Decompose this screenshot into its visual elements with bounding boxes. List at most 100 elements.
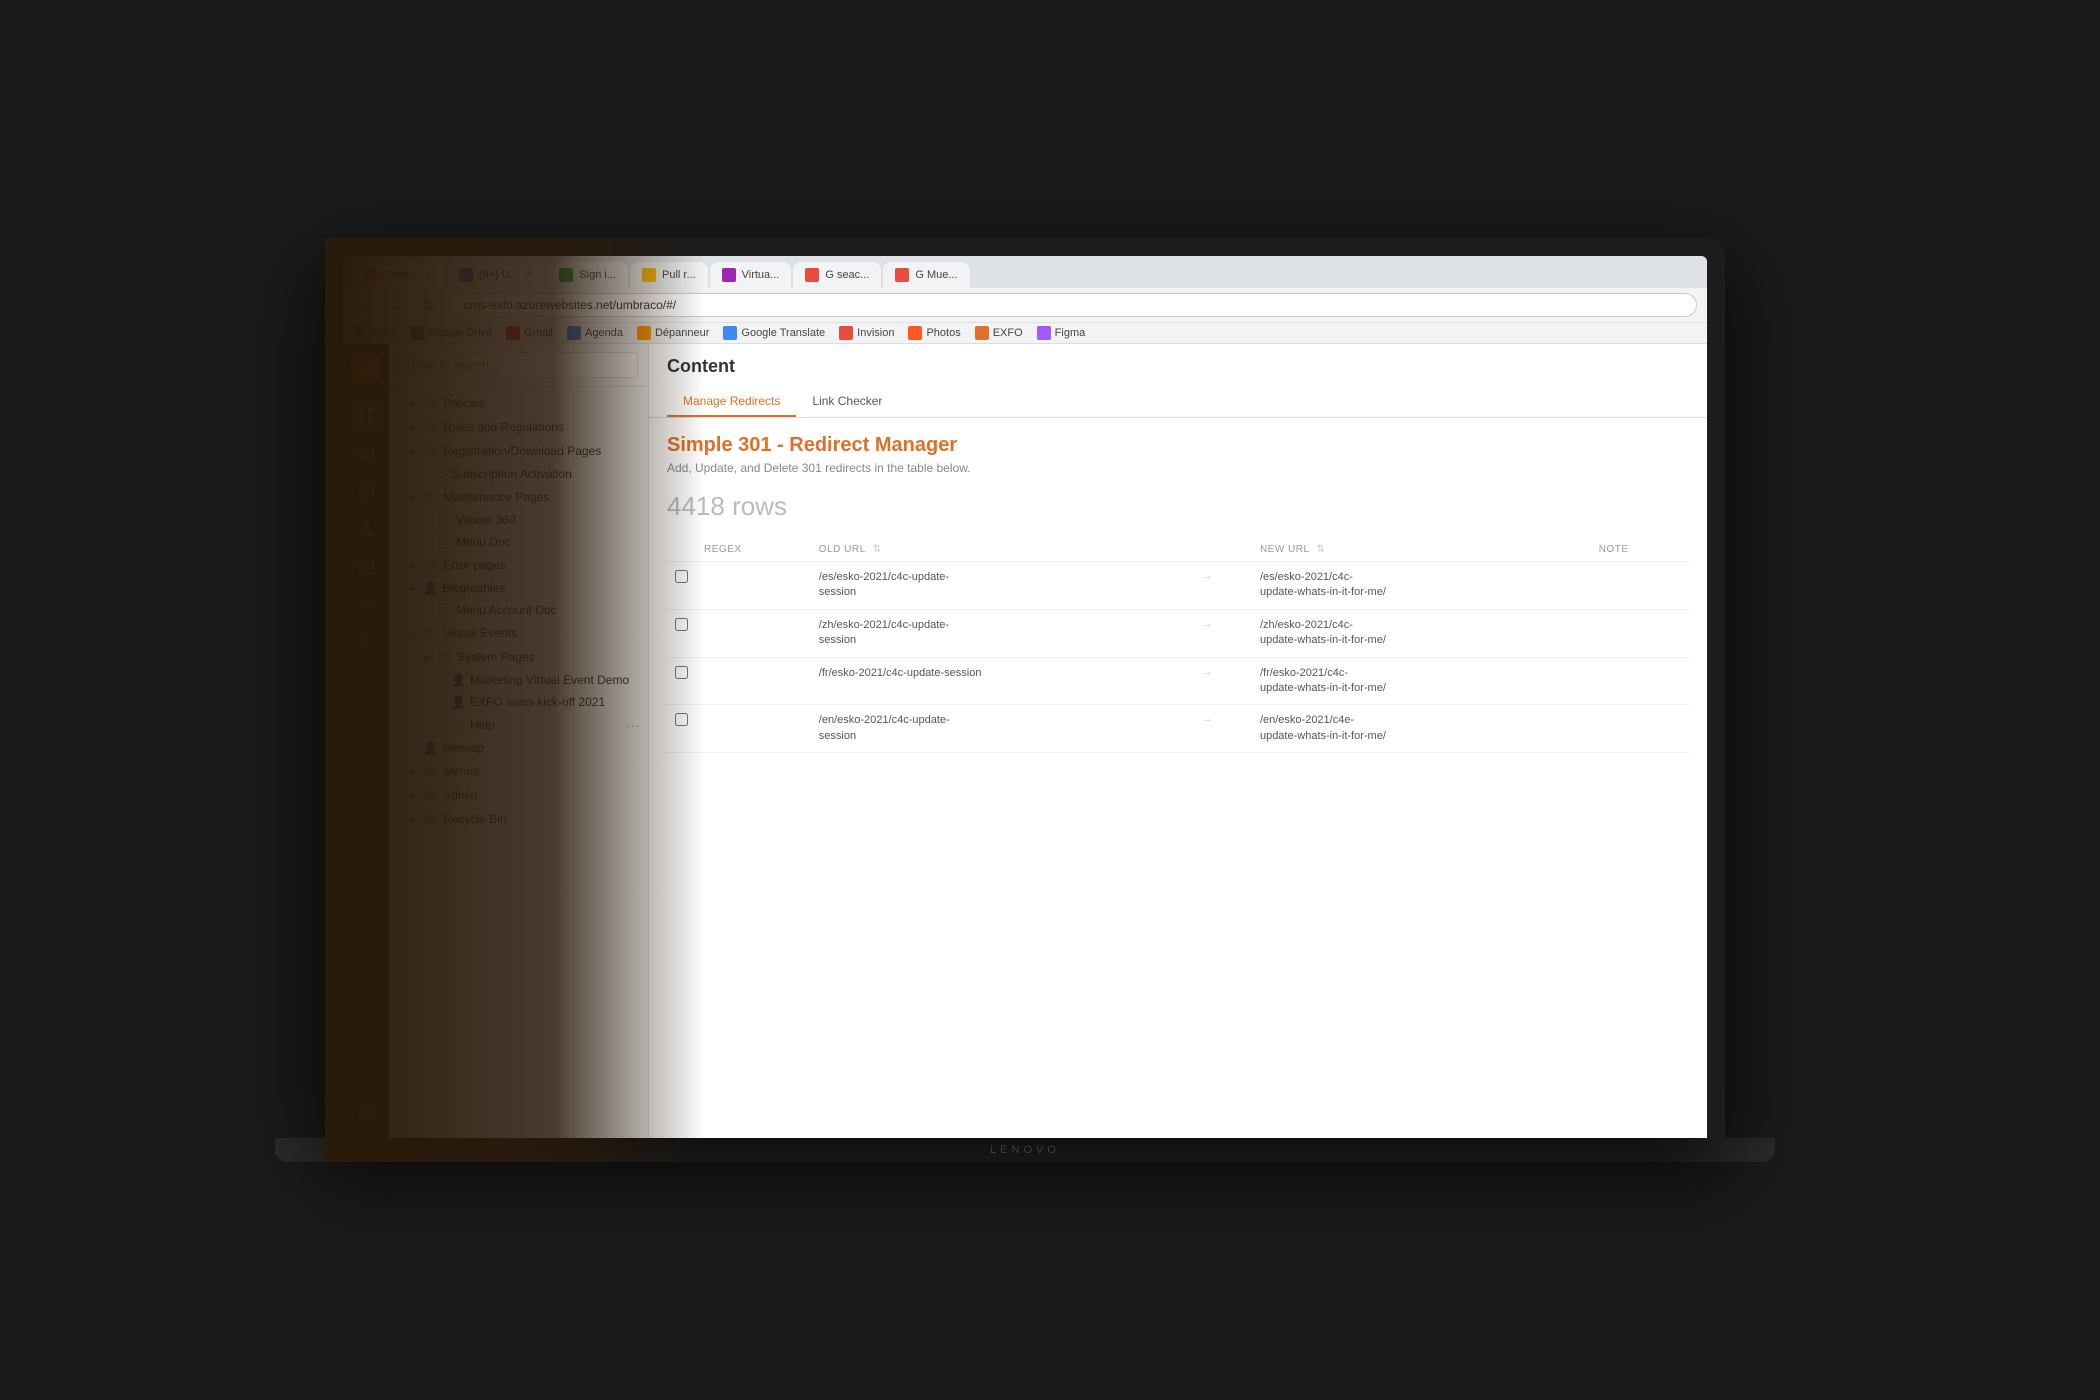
reload-button[interactable]: ↻ [417,293,441,317]
bookmark-figma[interactable]: Figma [1037,326,1086,340]
tree-item-maintenance[interactable]: ▶ 📁 Maintenance Pages [389,485,648,509]
bookmark-agenda[interactable]: Agenda [567,326,623,340]
bookmarks-bar: Apps Google Drive Gmail Agenda [343,322,1707,343]
back-button[interactable]: ← [353,293,377,317]
row-checkbox-1[interactable] [675,570,688,583]
search-input[interactable] [399,352,638,378]
tab-label-5: Virtua... [742,269,780,281]
tree-item-recycle-bin[interactable]: ▶ 📁 Recycle Bin [389,807,648,831]
bookmark-depanneur[interactable]: Dépanneur [637,326,709,340]
tree-item-exfo-kickoff[interactable]: ▶ 👤 EXFO sales kick-off 2021 [389,691,648,713]
cms-logo[interactable]: U [350,352,382,384]
row-note-4 [1591,705,1689,753]
tree-arrow-biographies: ▶ [409,583,419,593]
browser-tab-2[interactable]: (9+) U... ✕ [447,262,545,288]
browser-tab-6[interactable]: G seac... [793,262,881,288]
row-arrow-4: → [1194,705,1252,753]
translate-icon [723,326,737,340]
row-arrow-1: → [1194,562,1252,610]
bookmark-photos-label: Photos [926,327,960,339]
tab-manage-redirects[interactable]: Manage Redirects [667,387,796,417]
row-checkbox-4[interactable] [675,713,688,726]
sidebar-item-forms[interactable] [349,550,383,584]
bookmark-photos[interactable]: Photos [908,326,960,340]
bookmark-exfo-label: EXFO [993,327,1023,339]
tree-item-viewer360[interactable]: ▶ 📄 Viewer 360 [389,509,648,531]
row-checkbox-2[interactable] [675,618,688,631]
url-bar[interactable]: cms-exfo.azurewebsites.net/umbraco/#/ [449,293,1697,317]
tree-arrow-policies: ▶ [409,398,419,408]
tree-label-menus: Menus [443,764,640,778]
doc-icon-viewer360: 📄 [437,513,452,527]
doc-icon-biographies: 👤 [423,581,438,595]
rows-count: 4418 rows [667,491,1689,522]
content-section-title: Content [667,356,1689,377]
tree-item-marketing-demo[interactable]: ▶ 👤 Marketing Virtual Event Demo [389,669,648,691]
row-spacer-4 [1556,705,1590,753]
col-note: NOTE [1591,538,1689,562]
bookmark-invision-label: Invision [857,327,894,339]
row-old-url-1: /es/esko-2021/c4c-update-session [819,571,949,598]
tab-close-2[interactable]: ✕ [525,270,533,281]
bookmark-google-drive[interactable]: Google Drive [410,326,492,340]
tree-item-menu-doc[interactable]: ▶ 📄 Menu Doc [389,531,648,553]
browser-tab-4[interactable]: Pull r... [630,262,708,288]
photos-icon [908,326,922,340]
sidebar-item-users[interactable] [349,512,383,546]
row-checkbox-3[interactable] [675,666,688,679]
folder-icon-recycle: 📁 [423,811,439,827]
tree-item-help[interactable]: ▶ 📄 Help ··· [389,713,648,737]
tree-item-subscription[interactable]: ▶ ↻ Subscription Activation [389,463,648,485]
bookmark-figma-label: Figma [1055,327,1086,339]
tree-item-sitemap[interactable]: ▶ 👤 sitemap [389,737,648,759]
forward-button[interactable]: → [385,293,409,317]
tree-item-rules[interactable]: ▶ 📁 Rules and Regulations [389,415,648,439]
bookmark-gmail[interactable]: Gmail [506,326,553,340]
tab-label-4: Pull r... [662,269,696,281]
bookmark-translate-label: Google Translate [741,327,825,339]
tree-label-maintenance: Maintenance Pages [443,490,640,504]
doc-icon-exfo-kickoff: 👤 [451,695,466,709]
address-bar: ← → ↻ cms-exfo.azurewebsites.net/umbraco… [343,288,1707,322]
tab-link-checker[interactable]: Link Checker [796,387,898,417]
tree-item-admin[interactable]: ▶ 📁 Admin [389,783,648,807]
bookmark-translate[interactable]: Google Translate [723,326,825,340]
folder-icon-registration: 📁 [423,443,439,459]
tree-more-help[interactable]: ··· [626,717,640,733]
browser-tab-active[interactable]: Chan... ✕ [351,262,445,288]
sidebar-item-content[interactable] [349,398,383,432]
tree-label-exfo-kickoff: EXFO sales kick-off 2021 [470,695,640,709]
sidebar-item-help[interactable] [349,1096,383,1130]
tree-arrow-error-pages: ▶ [409,560,419,570]
sidebar-item-redirect[interactable] [349,626,383,660]
tree-item-system-pages[interactable]: ▶ 📁 System Pages [389,645,648,669]
tree-item-registration[interactable]: ▶ 📁 Registration/Download Pages [389,439,648,463]
bookmark-gmail-label: Gmail [524,327,553,339]
sidebar-item-settings[interactable] [349,474,383,508]
tree-item-menu-account-doc[interactable]: ▶ 📄 Menu Account Doc [389,599,648,621]
browser-tab-7[interactable]: G Mue... [883,262,969,288]
browser-tab-5[interactable]: Virtua... [710,262,792,288]
row-note-2 [1591,609,1689,657]
tree-item-menus[interactable]: ▶ 📁 Menus [389,759,648,783]
row-new-url-3: /fr/esko-2021/c4c-update-whats-in-it-for… [1260,667,1386,694]
bookmark-invision[interactable]: Invision [839,326,894,340]
tab-favicon-5 [722,268,736,282]
table-row: /zh/esko-2021/c4c-update-session → /zh/e… [667,609,1689,657]
laptop-screen: Chan... ✕ (9+) U... ✕ Sign i... Pul [343,256,1707,1138]
tree-item-policies[interactable]: ▶ 📁 Policies [389,391,648,415]
folder-icon-menus: 📁 [423,763,439,779]
tree-item-error-pages[interactable]: ▶ 📁 Error pages [389,553,648,577]
tree-label-viewer360: Viewer 360 [456,513,640,527]
tree-item-virtual-events[interactable]: ▼ 📁 Virtual Events [389,621,648,645]
browser-tab-3[interactable]: Sign i... [547,262,628,288]
bookmark-exfo[interactable]: EXFO [975,326,1023,340]
tab-close-btn[interactable]: ✕ [424,270,432,281]
folder-icon-virtual-events: 📁 [423,625,439,641]
sidebar-item-packages[interactable] [349,588,383,622]
bookmark-apps[interactable]: Apps [353,326,396,340]
sidebar-item-media[interactable] [349,436,383,470]
tree-item-biographies[interactable]: ▶ 👤 Biographies [389,577,648,599]
tree-label-rules: Rules and Regulations [443,420,640,434]
tab-favicon-2 [459,268,473,282]
